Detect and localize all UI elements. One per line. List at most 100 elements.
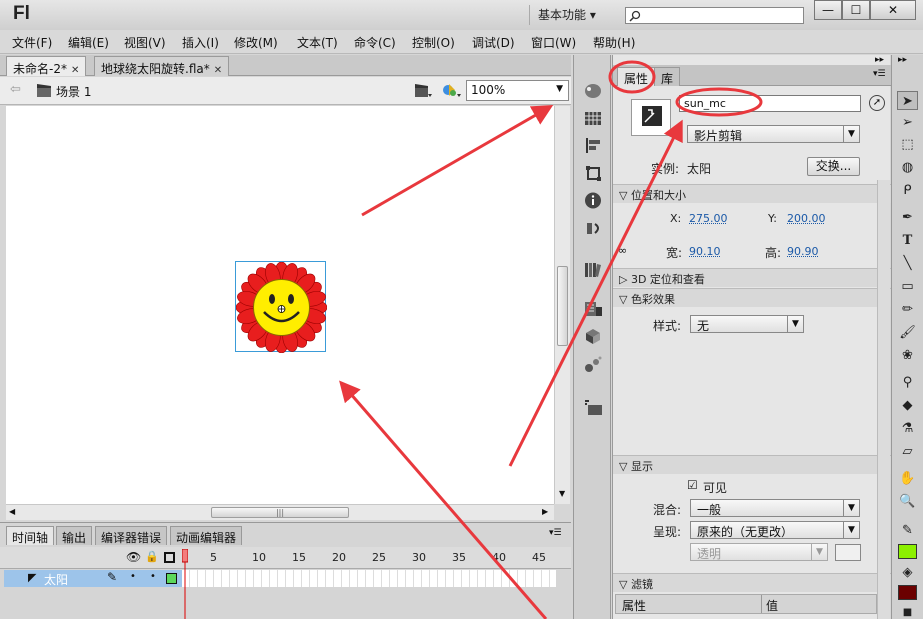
deco-tool-icon[interactable]: ❀ xyxy=(897,346,918,365)
close-icon[interactable]: ✕ xyxy=(214,65,222,76)
selection-tool-icon[interactable]: ➤ xyxy=(897,91,918,110)
swap-colors-icon[interactable]: ■ xyxy=(897,603,918,619)
tab-library[interactable]: 库 xyxy=(654,67,681,86)
maximize-button[interactable]: ☐ xyxy=(842,0,870,20)
section-filters[interactable]: ▽ 滤镜 xyxy=(613,573,891,592)
section-display[interactable]: ▽ 显示 xyxy=(613,455,891,474)
panel-scrollbar[interactable] xyxy=(877,180,890,619)
menu-control[interactable]: 控制(O) xyxy=(412,34,455,51)
components-icon[interactable] xyxy=(584,301,603,318)
paint-bucket-tool-icon[interactable]: ◆ xyxy=(897,396,918,415)
instance-name-input[interactable]: sun_mc xyxy=(679,95,861,112)
color-palette-icon[interactable] xyxy=(584,82,603,99)
text-tool-icon[interactable]: T xyxy=(897,231,918,250)
bone-tool-icon[interactable]: ⚲ xyxy=(897,373,918,392)
back-arrow-icon[interactable]: ⇦ xyxy=(10,82,21,97)
symbol-cubes-icon[interactable] xyxy=(584,328,603,345)
tab-untitled-2[interactable]: 未命名-2* ✕ xyxy=(6,56,87,76)
tab-earth-sun-fla[interactable]: 地球绕太阳旋转.fla* ✕ xyxy=(94,56,230,76)
section-position-size[interactable]: ▽ 位置和大小 xyxy=(613,184,891,203)
transform-icon[interactable] xyxy=(584,165,603,182)
stroke-color-icon[interactable]: ✎ xyxy=(897,521,918,540)
menu-edit[interactable]: 编辑(E) xyxy=(68,34,109,51)
menu-view[interactable]: 视图(V) xyxy=(124,34,166,51)
3d-rotation-tool-icon[interactable]: ◍ xyxy=(897,158,918,177)
zoom-tool-icon[interactable]: 🔍 xyxy=(897,492,918,511)
render-select[interactable]: 原来的（无更改） ▼ xyxy=(690,521,860,539)
layer-name[interactable]: 太阳 xyxy=(44,571,68,588)
tab-output[interactable]: 输出 xyxy=(56,526,93,545)
fill-color-icon[interactable]: ◈ xyxy=(897,563,918,582)
line-tool-icon[interactable]: ╲ xyxy=(897,254,918,273)
stroke-color-swatch[interactable] xyxy=(898,544,917,559)
scroll-right-icon[interactable]: ▶ xyxy=(542,507,548,516)
lasso-tool-icon[interactable]: ᑭ xyxy=(897,181,918,200)
background-color-swatch[interactable] xyxy=(835,544,861,561)
pencil-tool-icon[interactable]: ✏ xyxy=(897,300,918,319)
menu-file[interactable]: 文件(F) xyxy=(12,34,52,51)
swatches-grid-icon[interactable] xyxy=(584,110,603,127)
scroll-thumb[interactable]: ||| xyxy=(211,507,349,518)
height-value[interactable]: 90.90 xyxy=(787,245,819,258)
rectangle-tool-icon[interactable]: ▭ xyxy=(897,277,918,296)
eyedropper-tool-icon[interactable]: ⚗ xyxy=(897,419,918,438)
menu-insert[interactable]: 插入(I) xyxy=(182,34,219,51)
edit-symbols-icon[interactable] xyxy=(441,81,463,99)
zoom-select[interactable]: 100% ▼ xyxy=(466,80,569,101)
link-proportions-icon[interactable]: ∞ xyxy=(618,244,627,257)
library-books-icon[interactable] xyxy=(584,261,603,278)
stage[interactable] xyxy=(6,106,554,504)
section-color-effect[interactable]: ▽ 色彩效果 xyxy=(613,288,891,307)
tab-compiler-errors[interactable]: 编译器错误 xyxy=(95,526,168,545)
hand-tool-icon[interactable]: ✋ xyxy=(897,469,918,488)
collapse-icon[interactable]: ▸▸ xyxy=(898,55,907,65)
close-button[interactable]: ✕ xyxy=(870,0,916,20)
menu-commands[interactable]: 命令(C) xyxy=(354,34,396,51)
stage-vertical-scrollbar[interactable]: ▼ xyxy=(554,106,570,504)
subselection-tool-icon[interactable]: ➢ xyxy=(897,113,918,132)
swap-button[interactable]: 交换... xyxy=(807,157,860,176)
info-icon[interactable] xyxy=(584,192,603,209)
history-icon[interactable] xyxy=(584,220,603,237)
menu-window[interactable]: 窗口(W) xyxy=(531,34,576,51)
x-value[interactable]: 275.00 xyxy=(689,212,728,225)
panel-menu-icon[interactable]: ▾☰ xyxy=(873,69,886,79)
brush-tool-icon[interactable]: 🖌 xyxy=(897,323,918,342)
fill-color-swatch[interactable] xyxy=(898,585,917,600)
sun-movieclip-instance[interactable] xyxy=(235,261,328,354)
panel-menu-icon[interactable]: ▾☰ xyxy=(549,528,562,538)
edit-arrow-icon[interactable]: ➚ xyxy=(869,95,885,111)
visibility-dot-icon[interactable]: • xyxy=(130,571,136,582)
width-value[interactable]: 90.10 xyxy=(689,245,721,258)
tab-motion-editor[interactable]: 动画编辑器 xyxy=(170,526,243,545)
section-3d-position[interactable]: ▷ 3D 定位和查看 xyxy=(613,268,891,287)
workspace-switcher[interactable]: 基本功能 ▾ xyxy=(529,5,609,25)
stage-horizontal-scrollbar[interactable]: ◀ ||| ▶ xyxy=(6,504,554,520)
scroll-thumb[interactable] xyxy=(557,266,568,346)
layer-outline-color[interactable] xyxy=(166,573,177,584)
playhead[interactable] xyxy=(182,549,188,619)
y-value[interactable]: 200.00 xyxy=(787,212,826,225)
instance-type-select[interactable]: 影片剪辑 ▼ xyxy=(687,125,860,143)
menu-modify[interactable]: 修改(M) xyxy=(234,34,278,51)
menu-help[interactable]: 帮助(H) xyxy=(593,34,635,51)
menu-text[interactable]: 文本(T) xyxy=(297,34,338,51)
eye-icon[interactable]: 👁 xyxy=(126,550,141,564)
menu-debug[interactable]: 调试(D) xyxy=(472,34,515,51)
lock-icon[interactable]: 🔒 xyxy=(145,550,159,563)
tab-timeline[interactable]: 时间轴 xyxy=(6,526,55,545)
scroll-down-icon[interactable]: ▼ xyxy=(559,489,565,498)
lock-dot-icon[interactable]: • xyxy=(150,571,156,582)
scroll-left-icon[interactable]: ◀ xyxy=(9,507,15,516)
blend-select[interactable]: 一般 ▼ xyxy=(690,499,860,517)
pen-tool-icon[interactable]: ✒ xyxy=(897,208,918,227)
free-transform-tool-icon[interactable]: ⬚ xyxy=(897,135,918,154)
screens-icon[interactable] xyxy=(584,399,603,416)
frame-cells[interactable] xyxy=(182,570,556,587)
edit-scene-icon[interactable] xyxy=(413,82,433,99)
align-icon[interactable] xyxy=(584,137,603,154)
close-icon[interactable]: ✕ xyxy=(71,65,79,76)
visible-checkbox[interactable]: ☑ xyxy=(687,478,698,492)
tab-properties[interactable]: 属性 xyxy=(617,67,656,86)
collapse-icon[interactable]: ▸▸ xyxy=(875,55,884,65)
